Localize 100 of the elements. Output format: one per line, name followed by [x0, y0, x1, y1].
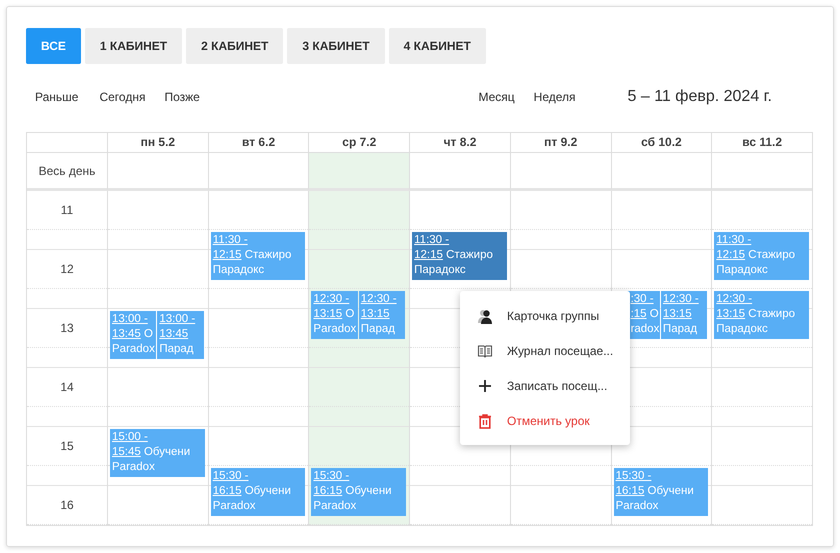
event-block[interactable]: 15:30 - 16:15 Обучени Paradox — [210, 468, 306, 516]
date-range: 5 – 11 февр. 2024 г. — [628, 87, 772, 107]
event-title: Обучени — [345, 485, 392, 497]
all-day-cell[interactable] — [308, 153, 410, 191]
event-block[interactable]: 12:30 - 13:15 Парад — [660, 291, 708, 340]
room-tab[interactable]: 4 КАБИНЕТ — [388, 28, 486, 64]
time-link[interactable]: 12:15 — [414, 249, 443, 261]
hour-label: 13 — [60, 320, 74, 337]
time-link[interactable]: 12:30 - — [313, 293, 350, 305]
group-name: Paradox — [313, 323, 356, 335]
group-name: Парадокс — [212, 264, 264, 276]
event-title: Обучени — [648, 485, 694, 497]
time-link[interactable]: 15:30 - — [616, 470, 652, 482]
time-link[interactable]: 12:15 — [212, 249, 242, 261]
time-link[interactable]: 15:45 — [112, 446, 141, 458]
event-title: Стажиро — [748, 308, 796, 320]
hour-label: 11 — [60, 202, 74, 219]
time-link[interactable]: 12:30 - — [662, 293, 699, 305]
event-title: Стажиро — [446, 249, 493, 261]
group-name: Paradox — [616, 500, 658, 512]
all-day-cell[interactable] — [610, 153, 712, 191]
group-name: Paradox — [112, 343, 155, 355]
room-tab[interactable]: 2 КАБИНЕТ — [186, 28, 284, 64]
time-link[interactable]: 13:00 - — [159, 313, 196, 325]
time-link[interactable]: 12:30 - — [360, 293, 397, 305]
view-link[interactable]: Неделя — [534, 88, 576, 106]
time-link[interactable]: :15 — [630, 308, 647, 320]
event-title: Стажиро — [748, 249, 796, 261]
group-name: Paradox — [112, 461, 155, 473]
hour-label: 12 — [60, 261, 74, 278]
event-title: Обучени — [244, 485, 291, 497]
day-header: пн 5.2 — [140, 135, 176, 149]
day-header: ср 7.2 — [342, 135, 376, 149]
event-block[interactable]: 15:30 - 16:15 Обучени Paradox — [311, 468, 406, 516]
time-link[interactable]: 16:15 — [616, 485, 644, 497]
group-name: Парадокс — [716, 323, 768, 335]
time-link[interactable]: 16:15 — [313, 485, 342, 497]
day-header: вт 6.2 — [242, 135, 276, 149]
earlier-link[interactable]: Раньше — [35, 88, 78, 106]
event-block[interactable]: 13:00 - 13:45 Парад — [157, 311, 204, 360]
plus-icon — [477, 378, 493, 394]
time-link[interactable]: 13:15 — [716, 308, 746, 320]
group-name: Парадокс — [414, 264, 466, 276]
day-header: чт 8.2 — [444, 135, 476, 149]
event-block[interactable]: 15:30 - 16:15 Обучени Paradox — [614, 468, 708, 516]
event-block[interactable]: 13:00 - 13:45 О Paradox — [110, 311, 156, 360]
time-link[interactable]: 12:30 - — [716, 293, 752, 305]
event-block[interactable]: 11:30 - 12:15 Стажиро Парадокс — [210, 232, 306, 280]
time-link[interactable]: 13:15 — [662, 308, 692, 320]
day-header: вс 11.2 — [742, 135, 782, 149]
time-link[interactable]: 11:30 - — [716, 234, 752, 246]
event-title: О — [650, 308, 659, 320]
time-link[interactable]: 13:45 — [159, 328, 188, 340]
time-link[interactable]: 11:30 - — [414, 234, 450, 246]
time-link[interactable]: 16:15 — [212, 485, 242, 497]
all-day-cell[interactable] — [409, 153, 510, 191]
person-icon — [477, 308, 493, 324]
trash-icon — [477, 412, 493, 428]
event-title: Обучени — [144, 446, 190, 458]
group-name: Paradox — [212, 500, 256, 512]
day-header: сб 10.2 — [641, 135, 682, 149]
event-title: Стажиро — [244, 249, 292, 261]
time-link[interactable]: 15:30 - — [212, 470, 249, 482]
event-block[interactable]: 15:00 - 15:45 Обучени Paradox — [110, 429, 205, 478]
group-name: radox — [630, 323, 660, 335]
time-link[interactable]: 15:30 - — [313, 470, 350, 482]
group-name: Парадокс — [716, 264, 768, 276]
all-day-cell[interactable] — [510, 153, 611, 191]
event-title: О — [345, 308, 354, 320]
menu-item[interactable]: Отменить урок — [460, 403, 630, 438]
time-link[interactable]: 12:15 — [716, 249, 746, 261]
time-link[interactable]: :30 - — [630, 293, 654, 305]
book-icon — [477, 342, 493, 358]
event-block[interactable]: 12:30 - 13:15 Парад — [358, 291, 406, 340]
time-link[interactable]: 13:15 — [313, 308, 342, 320]
event-block[interactable]: 12:30 - 13:15 Стажиро Парадокс — [714, 291, 809, 340]
hour-label: 14 — [60, 379, 74, 396]
time-link[interactable]: 15:00 - — [112, 431, 148, 443]
all-day-label: Весь день — [38, 162, 96, 180]
time-link[interactable]: 13:00 - — [112, 313, 148, 325]
time-link[interactable]: 13:15 — [360, 308, 390, 320]
today-link[interactable]: Сегодня — [99, 88, 146, 106]
group-name: Парад — [360, 323, 395, 335]
room-tab[interactable]: ВСЕ — [26, 28, 81, 64]
time-link[interactable]: 13:45 — [112, 328, 141, 340]
menu-item[interactable]: Записать посещ... — [460, 368, 630, 403]
room-tab[interactable]: 3 КАБИНЕТ — [287, 28, 385, 64]
event-block[interactable]: 11:30 - 12:15 Стажиро Парадокс — [412, 232, 507, 280]
time-link[interactable]: 11:30 - — [212, 234, 248, 246]
event-block[interactable]: 11:30 - 12:15 Стажиро Парадокс — [714, 232, 809, 280]
view-link[interactable]: Месяц — [478, 88, 515, 106]
room-tab[interactable]: 1 КАБИНЕТ — [84, 28, 182, 64]
event-title: О — [144, 328, 153, 340]
event-block[interactable]: 12:30 - 13:15 О Paradox — [311, 291, 358, 340]
group-name: Парад — [662, 323, 698, 335]
hour-label: 16 — [60, 497, 74, 514]
all-day-cell[interactable] — [711, 153, 812, 191]
all-day-cell[interactable] — [107, 153, 208, 191]
group-name: Paradox — [313, 500, 356, 512]
later-link[interactable]: Позже — [164, 88, 200, 106]
